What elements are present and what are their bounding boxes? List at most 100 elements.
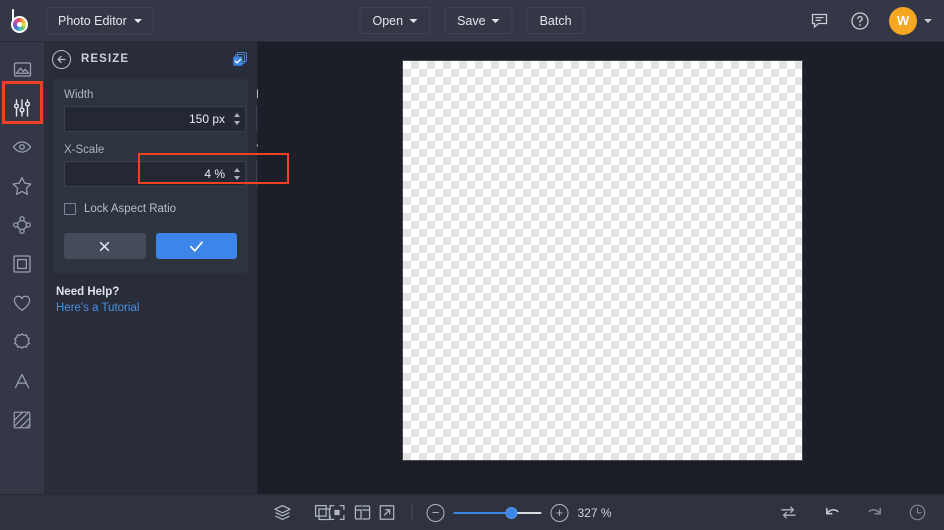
mountain-image-icon <box>13 61 31 77</box>
layers-button[interactable] <box>272 502 293 523</box>
zoom-level-value: 327 % <box>577 505 612 520</box>
expand-icon <box>379 505 395 520</box>
sidebar-item-graphics[interactable] <box>9 290 35 316</box>
xscale-label: X-Scale <box>64 144 105 156</box>
xscale-stepper-arrows[interactable] <box>230 162 245 186</box>
fullscreen-button[interactable] <box>377 502 398 523</box>
heart-icon <box>13 295 31 311</box>
dimension-fields: Width Height <box>64 89 438 132</box>
xscale-field-group: X-Scale <box>64 144 246 187</box>
chevron-down-icon <box>491 18 500 23</box>
open-button-label: Open <box>372 13 404 28</box>
zoom-control: − + 327 % <box>426 503 618 522</box>
compare-toggle-button[interactable] <box>778 502 799 523</box>
scale-fields: X-Scale Y-Scale <box>64 144 438 187</box>
photo-editor-app: Photo Editor Open Save Batch W RESIZE Wi… <box>0 0 944 530</box>
width-stepper[interactable] <box>64 106 246 132</box>
help-block: Need Help? Here's a Tutorial <box>44 273 257 316</box>
question-mark-icon <box>851 11 869 30</box>
zoom-out-button[interactable]: − <box>426 503 445 522</box>
zoom-slider-handle[interactable] <box>505 506 518 519</box>
batch-button[interactable]: Batch <box>526 7 585 34</box>
square-frame-icon <box>13 255 31 273</box>
sidebar-item-frames[interactable] <box>9 251 35 277</box>
tutorial-link[interactable]: Here's a Tutorial <box>56 302 139 314</box>
history-button[interactable] <box>907 502 928 523</box>
hatched-square-icon <box>13 411 31 429</box>
image-canvas[interactable] <box>403 61 802 460</box>
tool-rail <box>0 42 44 494</box>
zoom-slider[interactable] <box>453 506 542 520</box>
xscale-input[interactable] <box>65 162 230 186</box>
xscale-stepper[interactable] <box>64 161 246 187</box>
chevron-down-icon <box>133 18 142 23</box>
undo-icon <box>825 507 839 514</box>
fit-icon <box>329 504 345 521</box>
apply-to-all-layers-button[interactable] <box>232 51 248 67</box>
width-stepper-arrows[interactable] <box>230 107 245 131</box>
cross-icon <box>100 241 110 251</box>
redo-icon <box>867 507 881 514</box>
feedback-button[interactable] <box>807 9 831 33</box>
chevron-down-icon <box>409 18 418 23</box>
toolbar-divider <box>361 504 363 521</box>
panel-header: RESIZE <box>44 42 257 76</box>
width-label: Width <box>64 89 94 101</box>
toolbar-divider <box>411 504 413 521</box>
width-increment-icon[interactable] <box>233 113 240 117</box>
resize-controls-card: Width Height <box>53 79 438 273</box>
app-logo[interactable] <box>0 0 42 42</box>
chevron-down-icon <box>924 18 932 23</box>
sliders-icon <box>13 99 31 117</box>
width-decrement-icon[interactable] <box>233 121 240 125</box>
width-field-group: Width <box>64 89 246 132</box>
app-mode-label: Photo Editor <box>58 13 127 28</box>
sidebar-item-textures[interactable] <box>9 407 35 433</box>
page-title: RESIZE <box>81 53 130 65</box>
comment-icon <box>811 13 827 29</box>
zoom-slider-fill <box>453 511 512 514</box>
save-button[interactable]: Save <box>444 7 513 34</box>
top-toolbar: Photo Editor Open Save Batch W <box>0 0 944 42</box>
avatar: W <box>889 6 917 35</box>
fit-to-screen-button[interactable] <box>327 502 348 523</box>
open-button[interactable]: Open <box>359 7 431 34</box>
sidebar-item-effects[interactable] <box>9 173 35 199</box>
apply-to-all-layers-icon <box>233 51 248 66</box>
xscale-increment-icon[interactable] <box>233 168 240 172</box>
sidebar-item-overlays[interactable] <box>9 212 35 238</box>
back-arrow-icon <box>57 55 66 63</box>
lock-aspect-ratio-label: Lock Aspect Ratio <box>84 203 177 215</box>
sidebar-item-text[interactable] <box>9 368 35 394</box>
undo-button[interactable] <box>821 502 842 523</box>
swap-icon <box>781 506 796 519</box>
help-title: Need Help? <box>56 286 120 298</box>
user-menu[interactable]: W <box>889 6 932 35</box>
lock-aspect-ratio-checkbox[interactable]: Lock Aspect Ratio <box>64 203 237 215</box>
width-input[interactable] <box>65 107 230 131</box>
top-toolbar-right: W <box>807 6 932 35</box>
top-toolbar-center: Open Save Batch <box>359 7 585 34</box>
cancel-button[interactable] <box>64 233 146 259</box>
bottom-center-tools: − + 327 % <box>327 502 618 523</box>
layers-icon <box>274 504 291 521</box>
batch-button-label: Batch <box>539 13 572 28</box>
xscale-decrement-icon[interactable] <box>233 176 240 180</box>
bottom-right-tools <box>778 502 928 523</box>
canvas-area[interactable] <box>258 42 944 494</box>
app-mode-menu[interactable]: Photo Editor <box>46 6 154 35</box>
redo-button[interactable] <box>864 502 885 523</box>
sidebar-item-basic-edits[interactable] <box>9 56 35 82</box>
help-button[interactable] <box>848 9 872 33</box>
nodes-icon <box>13 216 31 234</box>
clock-icon <box>909 504 926 521</box>
zoom-in-button[interactable]: + <box>550 503 569 522</box>
save-button-label: Save <box>457 13 486 28</box>
checkbox-box-icon <box>64 203 76 215</box>
resize-panel: RESIZE Width 150 px 150 px X-Scale 4 % 6… <box>44 42 438 494</box>
sidebar-item-stickers[interactable] <box>9 329 35 355</box>
back-button[interactable] <box>52 49 71 69</box>
apply-button[interactable] <box>155 233 237 259</box>
sidebar-item-retouch[interactable] <box>9 134 35 160</box>
sidebar-item-adjust[interactable] <box>9 95 35 121</box>
